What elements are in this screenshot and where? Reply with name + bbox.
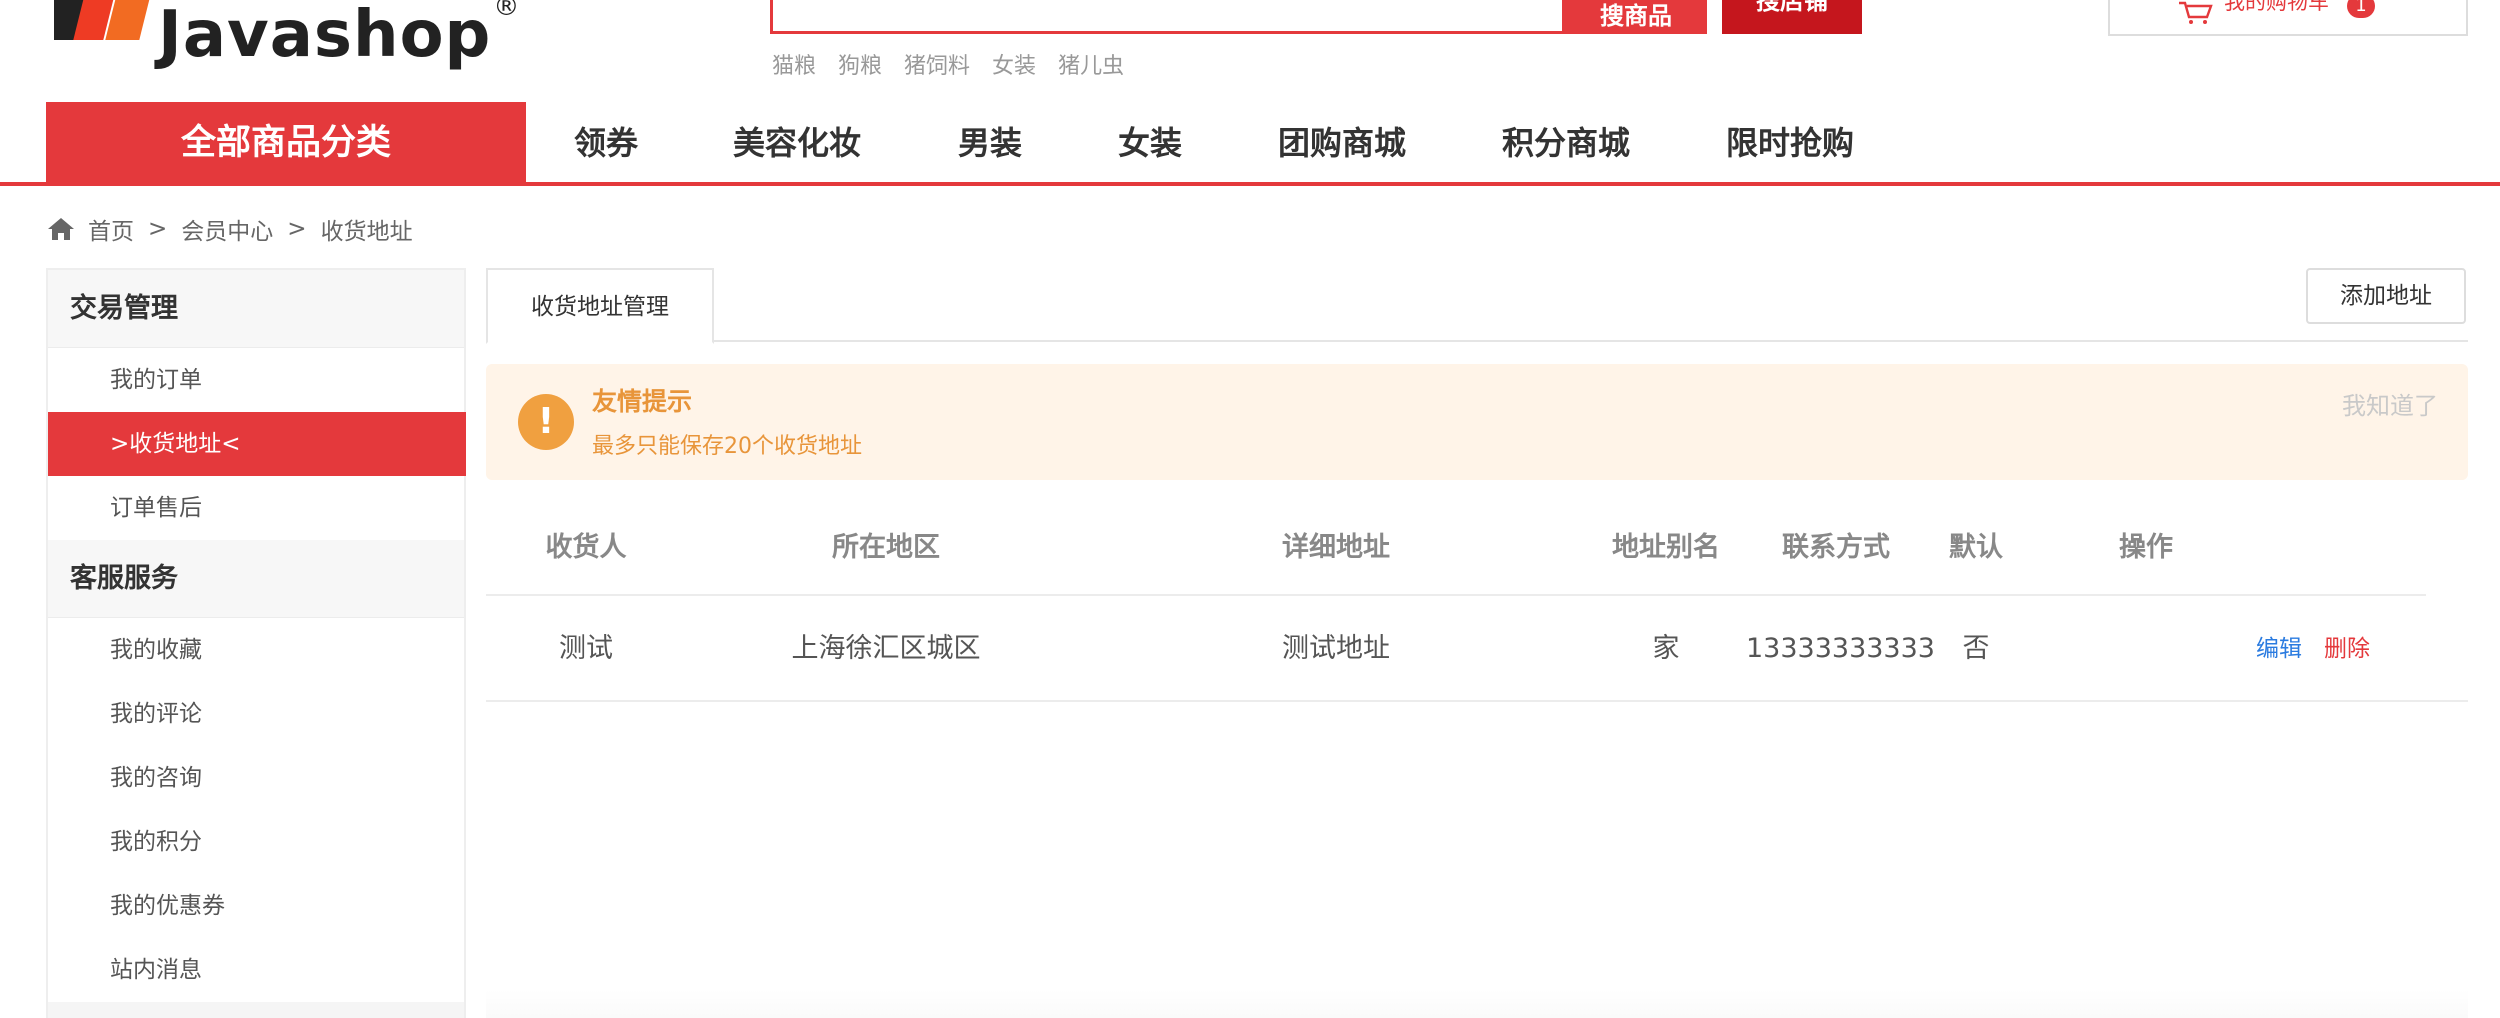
column-header: 操作 — [2119, 532, 2173, 563]
cell-recipient: 测试 — [559, 633, 613, 664]
column-header: 地址别名 — [1612, 532, 1720, 563]
cell-address: 测试地址 — [1282, 633, 1390, 664]
hot-word[interactable]: 猪饲料 — [904, 48, 970, 80]
search-shop-button[interactable]: 搜店铺 — [1722, 0, 1862, 34]
sidebar-item-favorites[interactable]: 我的收藏 — [48, 618, 464, 682]
search-input[interactable] — [770, 0, 1565, 34]
column-header: 收货人 — [545, 532, 627, 563]
cell-actions: 编辑 删除 — [2256, 596, 2370, 702]
sidebar-group-title: 交易管理 — [48, 270, 464, 348]
nav-item-flash-sale[interactable]: 限时抢购 — [1726, 102, 1854, 184]
nav-item-womenswear[interactable]: 女装 — [1118, 102, 1182, 184]
hot-word[interactable]: 猪儿虫 — [1058, 48, 1124, 80]
nav-item-beauty[interactable]: 美容化妆 — [733, 102, 861, 184]
breadcrumb-home[interactable]: 首页 — [88, 212, 134, 246]
sidebar-item-consultations[interactable]: 我的咨询 — [48, 746, 464, 810]
logo-text: Javashop® — [158, 0, 521, 72]
cell-alias: 家 — [1652, 633, 1680, 664]
sidebar-item-reviews[interactable]: 我的评论 — [48, 682, 464, 746]
sidebar-item-after-sales[interactable]: 订单售后 — [48, 476, 464, 540]
hot-word[interactable]: 狗粮 — [838, 48, 882, 80]
sidebar-group-title — [48, 1002, 464, 1018]
content-tabs: 收货地址管理 — [486, 268, 2468, 344]
tip-dismiss-button[interactable]: 我知道了 — [2342, 386, 2438, 421]
column-header: 详细地址 — [1282, 532, 1390, 563]
tip-title: 友情提示 — [592, 387, 693, 416]
cart-button[interactable]: 我的购物车 1 — [2108, 0, 2468, 36]
site-logo[interactable]: Javashop® — [52, 0, 520, 70]
sidebar-item-addresses[interactable]: >收货地址< — [48, 412, 466, 476]
address-table: 收货人 所在地区 详细地址 地址别名 联系方式 默认 操作 测试 上海徐汇区城区… — [486, 510, 2468, 702]
sidebar-group-title: 客服服务 — [48, 540, 464, 618]
main-nav: 全部商品分类 领券 美容化妆 男装 女装 团购商城 积分商城 限时抢购 — [0, 102, 2500, 186]
nav-item-points-mall[interactable]: 积分商城 — [1502, 102, 1630, 184]
column-header: 默认 — [1949, 532, 2003, 563]
sidebar-item-points[interactable]: 我的积分 — [48, 810, 464, 874]
add-address-button[interactable]: 添加地址 — [2306, 268, 2466, 324]
all-categories-button[interactable]: 全部商品分类 — [46, 102, 526, 184]
member-sidebar: 交易管理 我的订单 >收货地址< 订单售后 客服服务 我的收藏 我的评论 我的咨… — [46, 268, 466, 1018]
nav-item-coupons[interactable]: 领券 — [574, 102, 638, 184]
content-area-bottom — [486, 990, 2468, 1018]
nav-item-group-buy[interactable]: 团购商城 — [1278, 102, 1406, 184]
breadcrumb: 首页 > 会员中心 > 收货地址 — [46, 212, 413, 246]
logo-mark-icon — [52, 0, 157, 70]
cart-count-badge: 1 — [2347, 0, 2375, 18]
cart-icon — [2179, 1, 2213, 24]
search-goods-button[interactable]: 搜商品 — [1565, 0, 1707, 34]
sidebar-item-coupons[interactable]: 我的优惠券 — [48, 874, 464, 938]
cell-region: 上海徐汇区城区 — [791, 633, 981, 664]
hot-word[interactable]: 女装 — [992, 48, 1036, 80]
cell-phone: 13333333333 — [1746, 633, 1935, 664]
breadcrumb-separator: > — [287, 216, 307, 242]
tip-banner: ! 友情提示 最多只能保存20个收货地址 我知道了 — [486, 364, 2468, 480]
delete-address-link[interactable]: 删除 — [2324, 636, 2370, 662]
cell-default: 否 — [1962, 633, 1990, 664]
table-header: 收货人 所在地区 详细地址 地址别名 联系方式 默认 操作 — [486, 510, 2426, 596]
exclamation-icon: ! — [518, 394, 574, 450]
hot-search-words: 猫粮 狗粮 猪饲料 女装 猪儿虫 — [772, 48, 1124, 80]
edit-address-link[interactable]: 编辑 — [2256, 636, 2302, 662]
sidebar-item-orders[interactable]: 我的订单 — [48, 348, 464, 412]
tip-text: 最多只能保存20个收货地址 — [592, 434, 862, 459]
table-row: 测试 上海徐汇区城区 测试地址 家 13333333333 否 编辑 删除 — [486, 596, 2468, 702]
column-header: 所在地区 — [832, 532, 940, 563]
breadcrumb-current: 收货地址 — [320, 219, 413, 245]
nav-item-menswear[interactable]: 男装 — [958, 102, 1022, 184]
breadcrumb-separator: > — [148, 216, 168, 242]
hot-word[interactable]: 猫粮 — [772, 48, 816, 80]
home-icon — [48, 218, 74, 240]
breadcrumb-member-center[interactable]: 会员中心 — [181, 212, 273, 246]
tab-address-management[interactable]: 收货地址管理 — [486, 268, 714, 344]
cart-label: 我的购物车 — [2224, 0, 2329, 14]
column-header: 联系方式 — [1782, 532, 1890, 563]
sidebar-item-messages[interactable]: 站内消息 — [48, 938, 464, 1002]
